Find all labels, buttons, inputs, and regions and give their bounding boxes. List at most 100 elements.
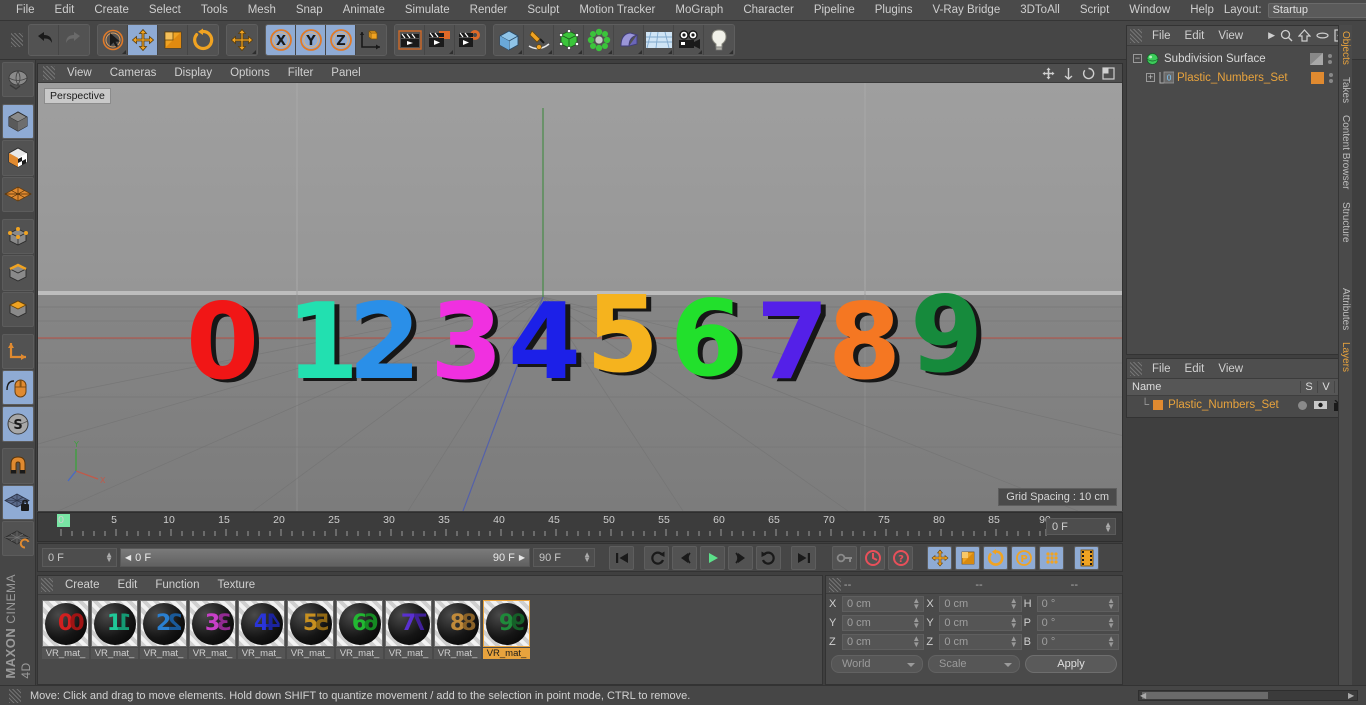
material-item[interactable]: 4 4 VR_mat_ (238, 600, 285, 659)
object-menu-view[interactable]: View (1211, 30, 1250, 42)
scene-object-3[interactable]: 3 3 (430, 290, 508, 398)
spinner-icon[interactable]: ▲ ▼ (1010, 634, 1018, 648)
status-grip-handle[interactable] (9, 688, 21, 703)
lock-y-axis[interactable]: Y (296, 25, 326, 55)
workplane-lock-button[interactable] (1, 484, 34, 521)
coord-field-rot-b[interactable]: 0 ° ▲ ▼ (1036, 633, 1119, 650)
coordinate-mode-dropdown[interactable]: Scale (928, 655, 1020, 673)
layout-dropdown[interactable]: Startup (1267, 2, 1366, 18)
record-position-button[interactable] (927, 545, 952, 570)
material-item[interactable]: 5 5 VR_mat_ (287, 600, 334, 659)
spinner-icon[interactable]: ▲ ▼ (1107, 634, 1115, 648)
material-thumbnail[interactable]: 4 4 (238, 600, 285, 647)
layer-solo-toggle[interactable] (1298, 400, 1307, 410)
material-thumbnail[interactable]: 5 5 (287, 600, 334, 647)
material-thumbnail[interactable]: 2 2 (140, 600, 187, 647)
viewport-menu-options[interactable]: Options (221, 64, 279, 83)
coord-field-pos-x[interactable]: 0 cm ▲ ▼ (842, 595, 925, 612)
add-primitive-button[interactable] (494, 25, 524, 55)
tree-expand-toggle[interactable]: + (1146, 73, 1155, 82)
lock-x-axis[interactable]: X (266, 25, 296, 55)
material-item[interactable]: 7 7 VR_mat_ (385, 600, 432, 659)
tree-collapse-toggle[interactable]: − (1133, 54, 1142, 63)
record-param-button[interactable]: P (1011, 545, 1036, 570)
object-row-subdivision-surface[interactable]: − Subdivision Surface ✓ (1127, 49, 1351, 68)
rotate-tool[interactable] (188, 25, 218, 55)
material-thumbnail[interactable]: 6 6 (336, 600, 383, 647)
undo-button[interactable] (29, 25, 59, 55)
coord-field-pos-y[interactable]: 0 cm ▲ ▼ (842, 614, 925, 631)
viewport-grip-handle[interactable] (43, 66, 55, 80)
material-thumbnail[interactable]: 0 0 (42, 600, 89, 647)
apply-button[interactable]: Apply (1025, 655, 1117, 673)
viewport-solo-button[interactable] (1, 370, 34, 406)
menu-window[interactable]: Window (1119, 0, 1180, 21)
dock-tab-objects[interactable]: Objects (1339, 25, 1352, 71)
viewport-menu-panel[interactable]: Panel (322, 64, 369, 83)
scene-object-7[interactable]: 7 7 (756, 290, 834, 398)
spinner-icon[interactable]: ▲ ▼ (105, 551, 113, 564)
layer-menu-view[interactable]: View (1211, 363, 1250, 375)
record-active-objects-button[interactable] (860, 545, 885, 570)
material-thumbnail[interactable]: 9 9 (483, 600, 530, 647)
autokeying-button[interactable]: ? (888, 545, 913, 570)
menu-overflow-arrow-icon[interactable]: ▶ (1268, 30, 1275, 41)
go-to-parent-icon[interactable] (1298, 29, 1311, 42)
range-right-arrow-icon[interactable]: ▶ (519, 553, 525, 562)
menu-edit[interactable]: Edit (45, 0, 85, 21)
layer-row[interactable]: └ Plastic_Numbers_Set (1127, 396, 1351, 414)
spinner-icon[interactable]: ▲ ▼ (1104, 521, 1112, 534)
coord-field-pos-z[interactable]: 0 cm ▲ ▼ (842, 633, 925, 650)
snap-magnet-button[interactable] (1, 448, 34, 484)
menu-mograph[interactable]: MoGraph (665, 0, 733, 21)
scroll-right-arrow-icon[interactable]: ▶ (1348, 692, 1356, 700)
scene-object-0[interactable]: 0 0 (186, 290, 264, 398)
spinner-icon[interactable]: ▲ ▼ (912, 615, 920, 629)
menu-vray-bridge[interactable]: V-Ray Bridge (922, 0, 1010, 21)
viewport-3d-canvas[interactable]: Perspective 0 0 1 1 2 2 3 3 4 4 5 5 6 6 … (38, 83, 1122, 511)
edge-mode-button[interactable] (1, 255, 34, 291)
menu-tools[interactable]: Tools (191, 0, 238, 21)
menu-simulate[interactable]: Simulate (395, 0, 460, 21)
material-item[interactable]: 3 3 VR_mat_ (189, 600, 236, 659)
spinner-icon[interactable]: ▲ ▼ (912, 596, 920, 610)
spinner-icon[interactable]: ▲ ▼ (912, 634, 920, 648)
record-rotation-button[interactable] (983, 545, 1008, 570)
spinner-icon[interactable]: ▲ ▼ (1107, 615, 1115, 629)
menu-animate[interactable]: Animate (333, 0, 395, 21)
menu-script[interactable]: Script (1070, 0, 1119, 21)
timeline-ruler[interactable]: 0 5 10 15 20 25 30 35 40 45 50 55 60 65 … (46, 513, 1051, 541)
step-forward-button[interactable] (728, 545, 753, 570)
preview-range-slider[interactable]: ◀ 0 F 90 F ▶ (120, 548, 530, 567)
workplane-mode-button[interactable] (1, 176, 34, 213)
viewport-menu-filter[interactable]: Filter (279, 64, 323, 83)
object-filter-icon[interactable] (1316, 29, 1329, 42)
material-thumbnail[interactable]: 3 3 (189, 600, 236, 647)
record-pla-button[interactable] (1039, 545, 1064, 570)
viewport-zoom-icon[interactable] (1062, 67, 1075, 80)
menu-snap[interactable]: Snap (286, 0, 333, 21)
spinner-icon[interactable]: ▲ ▼ (1010, 596, 1018, 610)
coord-field-size-y[interactable]: 0 cm ▲ ▼ (939, 614, 1022, 631)
add-spline-button[interactable] (524, 25, 554, 55)
move-tool[interactable] (128, 25, 158, 55)
move-tool-secondary[interactable] (227, 25, 257, 55)
add-camera-button[interactable] (674, 25, 704, 55)
play-button[interactable] (700, 545, 725, 570)
polygon-mode-button[interactable] (1, 291, 34, 327)
add-light-button[interactable] (704, 25, 734, 55)
dock-tab-structure[interactable]: Structure (1339, 196, 1352, 249)
point-mode-button[interactable] (1, 218, 34, 255)
viewport-menu-cameras[interactable]: Cameras (101, 64, 166, 83)
layer-menu-edit[interactable]: Edit (1178, 363, 1212, 375)
timeline-toggle-button[interactable] (1074, 545, 1099, 570)
scroll-left-arrow-icon[interactable]: ◀ (1140, 692, 1148, 700)
dock-tab-layers[interactable]: Layers (1339, 336, 1352, 378)
previous-key-button[interactable] (644, 545, 669, 570)
material-menu-create[interactable]: Create (56, 579, 109, 591)
menu-pipeline[interactable]: Pipeline (804, 0, 865, 21)
preview-end-field[interactable]: 90 F ▲ ▼ (533, 548, 595, 567)
object-search-icon[interactable] (1280, 29, 1293, 42)
material-thumbnail[interactable]: 1 1 (91, 600, 138, 647)
material-menu-texture[interactable]: Texture (208, 579, 264, 591)
